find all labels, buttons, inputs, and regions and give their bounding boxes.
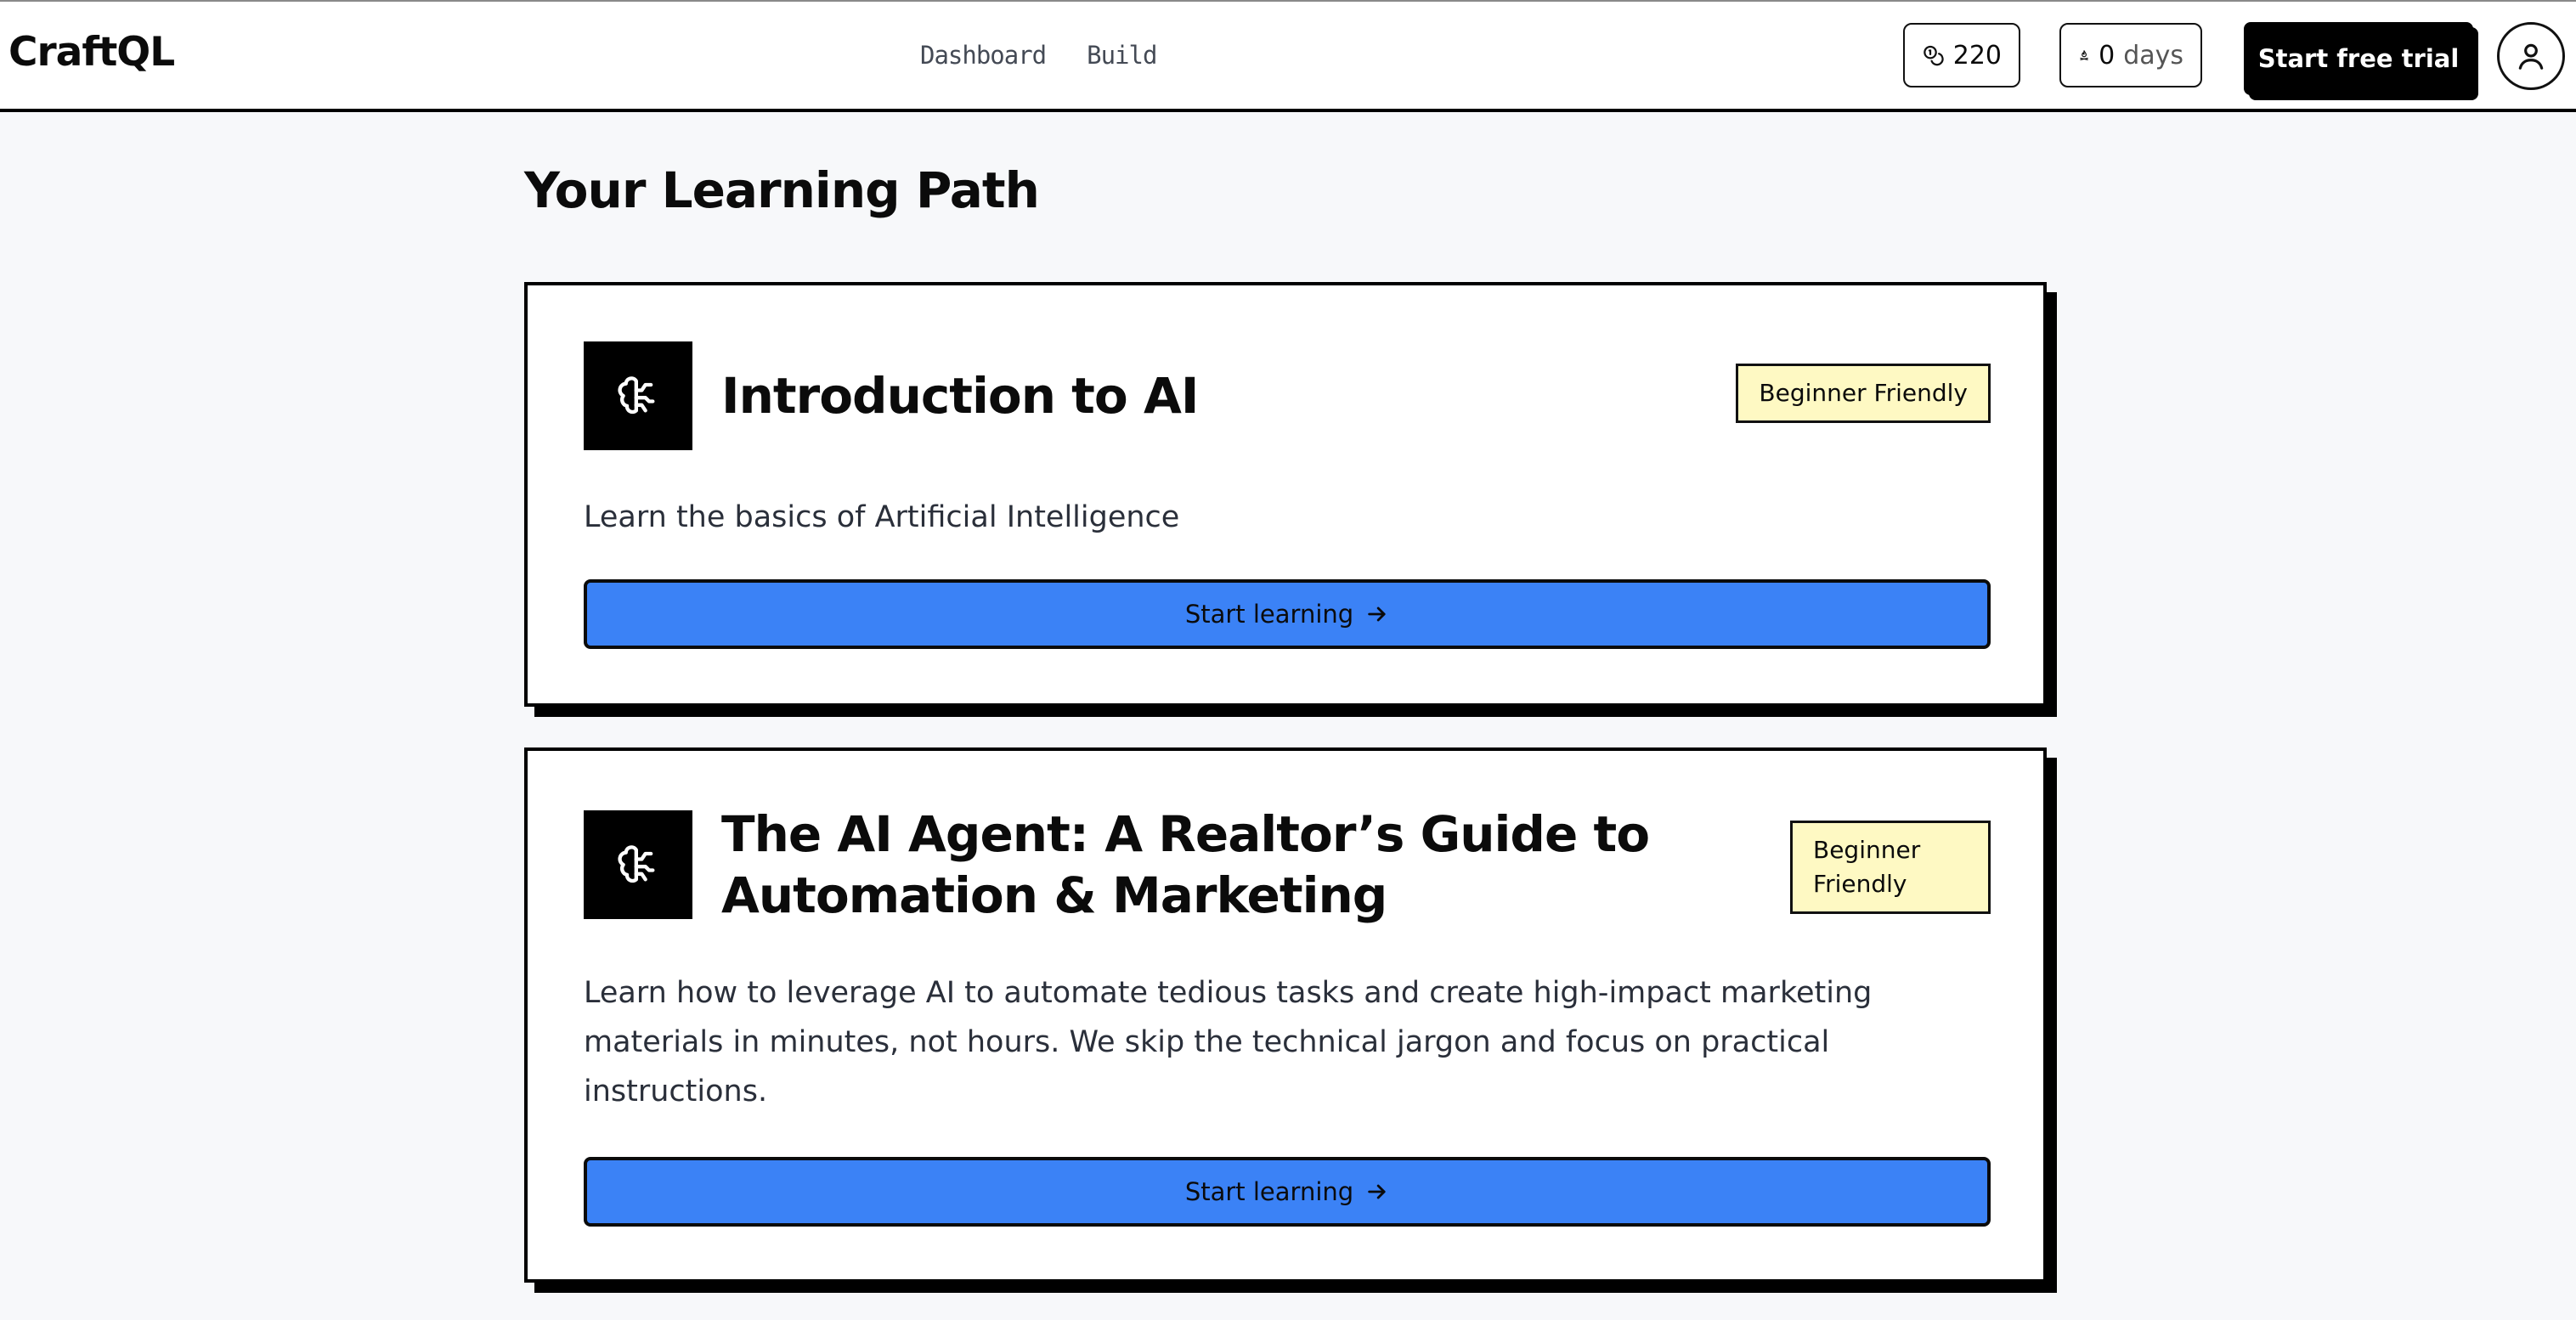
start-learning-label: Start learning xyxy=(1184,1177,1354,1206)
course-icon-tile xyxy=(584,341,692,450)
course-card: The AI Agent: A Realtor’s Guide to Autom… xyxy=(524,747,2047,1283)
arrow-right-icon xyxy=(1368,1184,1386,1199)
start-learning-label: Start learning xyxy=(1184,600,1354,629)
streak-counter[interactable]: 0 days xyxy=(2059,23,2202,87)
top-navigation-bar: CraftQL Dashboard Build 220 0 days Start… xyxy=(0,0,2576,112)
app-logo[interactable]: CraftQL xyxy=(8,29,175,76)
points-value: 220 xyxy=(1952,40,2002,71)
points-counter[interactable]: 220 xyxy=(1903,23,2020,87)
course-icon-tile xyxy=(584,810,692,919)
nav-dashboard-link[interactable]: Dashboard xyxy=(920,41,1047,70)
start-learning-button[interactable]: Start learning xyxy=(584,579,1991,649)
streak-unit: days xyxy=(2123,40,2183,71)
course-card: Introduction to AI Beginner Friendly Lea… xyxy=(524,282,2047,707)
user-icon xyxy=(2518,43,2544,70)
difficulty-badge: Beginner Friendly xyxy=(1790,821,1991,914)
arrow-right-icon xyxy=(1368,606,1386,622)
coins-icon xyxy=(1924,45,1944,66)
start-free-trial-button[interactable]: Start free trial xyxy=(2244,22,2473,95)
user-avatar-button[interactable] xyxy=(2497,22,2565,90)
course-description: Learn how to leverage AI to automate ted… xyxy=(584,976,1873,1108)
difficulty-badge: Beginner Friendly xyxy=(1736,364,1991,423)
brain-icon xyxy=(618,845,655,883)
brain-icon xyxy=(618,376,655,415)
start-learning-button[interactable]: Start learning xyxy=(584,1157,1991,1227)
course-title: Introduction to AI xyxy=(721,367,1199,425)
flame-icon xyxy=(2080,50,2088,60)
nav-build-link[interactable]: Build xyxy=(1087,41,1157,70)
page-title: Your Learning Path xyxy=(524,161,1040,219)
course-title: The AI Agent: A Realtor’s Guide to Autom… xyxy=(721,805,1650,924)
streak-value: 0 xyxy=(2099,40,2116,71)
main-nav: Dashboard Build xyxy=(920,41,1157,70)
course-description: Learn the basics of Artificial Intellige… xyxy=(584,500,1180,534)
